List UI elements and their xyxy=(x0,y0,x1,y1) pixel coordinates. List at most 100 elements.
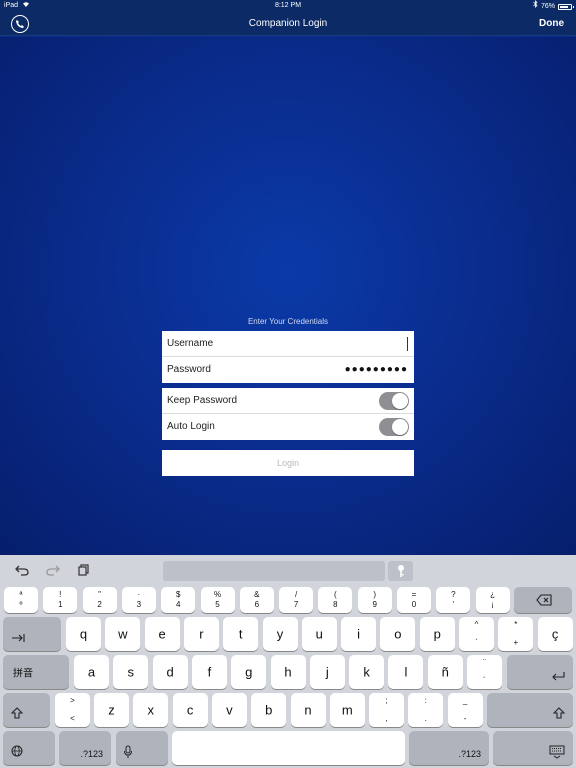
key-number[interactable]: ) 9 xyxy=(357,587,392,613)
dictation-key[interactable] xyxy=(116,731,168,765)
key-letter[interactable]: l xyxy=(388,655,424,689)
key-letter[interactable]: b xyxy=(251,693,287,727)
key-label: j xyxy=(325,664,329,680)
key-number[interactable]: ? ' xyxy=(436,587,471,613)
key-letter[interactable]: ç xyxy=(537,617,573,651)
key-label: w xyxy=(118,626,128,642)
key-shift-label: ) xyxy=(373,590,377,599)
key-letter[interactable]: n xyxy=(290,693,326,727)
key-number[interactable]: · 3 xyxy=(121,587,156,613)
numbers-key-right[interactable]: .?123 xyxy=(409,731,489,765)
key-label: o xyxy=(394,626,402,642)
key-letter[interactable]: f xyxy=(191,655,227,689)
password-field[interactable]: Password ●●●●●●●●● xyxy=(162,357,414,383)
key-letter[interactable]: c xyxy=(172,693,208,727)
space-key[interactable] xyxy=(172,731,405,765)
key-letter[interactable]: e xyxy=(144,617,180,651)
key-label: 2 xyxy=(97,600,102,609)
numbers-key-left[interactable]: .?123 xyxy=(59,731,111,765)
key-number[interactable]: ªº xyxy=(4,587,38,613)
key-shift-label: ¨ xyxy=(483,658,486,667)
key-symbol[interactable]: :. xyxy=(408,693,444,727)
key-letter[interactable]: g xyxy=(231,655,267,689)
key-number[interactable]: = 0 xyxy=(397,587,431,613)
password-label: Password xyxy=(167,364,211,375)
key-label: 9 xyxy=(372,600,377,609)
shift-key[interactable] xyxy=(3,693,50,727)
key-label: .?123 xyxy=(458,749,481,759)
return-key[interactable] xyxy=(507,655,573,689)
key-letter[interactable]: v xyxy=(211,693,247,727)
key-shift-label: $ xyxy=(175,590,181,599)
login-area: Enter Your Credentials Username Password… xyxy=(0,37,576,555)
key-letter[interactable]: i xyxy=(341,617,377,651)
key-label: ¡ xyxy=(491,600,494,609)
key-letter[interactable]: u xyxy=(301,617,337,651)
key-letter[interactable]: q xyxy=(66,617,101,651)
key-number[interactable]: $4 xyxy=(161,587,196,613)
key-label: 7 xyxy=(293,600,299,609)
shift-icon xyxy=(553,707,565,719)
key-letter[interactable]: m xyxy=(329,693,365,727)
credentials-group: Username Password ●●●●●●●●● xyxy=(162,331,414,383)
key-letter[interactable]: z xyxy=(94,693,129,727)
key-number[interactable]: ¿ ¡ xyxy=(475,587,510,613)
login-button[interactable]: Login xyxy=(162,450,414,476)
done-button[interactable]: Done xyxy=(539,12,564,36)
undo-icon[interactable] xyxy=(14,564,30,578)
suggestion-bar xyxy=(163,561,385,581)
key-icon[interactable] xyxy=(388,561,413,581)
key-symbol[interactable]: > < xyxy=(55,693,90,727)
key-label: b xyxy=(265,702,273,718)
key-letter[interactable]: r xyxy=(183,617,219,651)
key-letter[interactable]: x xyxy=(133,693,169,727)
key-letter[interactable]: ñ xyxy=(427,655,463,689)
key-shift-label: : xyxy=(424,696,427,705)
key-symbol[interactable]: ^ ` xyxy=(459,617,494,651)
key-letter[interactable]: a xyxy=(74,655,109,689)
key-letter[interactable]: t xyxy=(223,617,259,651)
tab-key[interactable] xyxy=(3,617,61,651)
key-letter[interactable]: y xyxy=(262,617,298,651)
key-number[interactable]: /7 xyxy=(279,587,314,613)
key-number[interactable]: (8 xyxy=(318,587,353,613)
auto-login-toggle[interactable] xyxy=(379,418,409,436)
key-symbol[interactable]: ;, xyxy=(369,693,404,727)
delete-key[interactable] xyxy=(514,587,572,613)
key-label: º xyxy=(19,600,23,609)
paste-icon[interactable] xyxy=(76,564,92,578)
key-symbol[interactable]: ¨ ´ xyxy=(467,655,502,689)
key-letter[interactable]: d xyxy=(152,655,188,689)
key-letter[interactable]: k xyxy=(349,655,385,689)
key-number[interactable]: " 2 xyxy=(82,587,117,613)
shift-icon xyxy=(11,707,23,719)
key-number[interactable]: % 5 xyxy=(200,587,235,613)
key-label: n xyxy=(304,702,312,718)
shift-key-right[interactable] xyxy=(487,693,573,727)
redo-icon[interactable] xyxy=(45,564,61,578)
keep-password-toggle[interactable] xyxy=(379,392,409,410)
key-letter[interactable]: p xyxy=(419,617,455,651)
key-letter[interactable]: w xyxy=(105,617,141,651)
key-label: z xyxy=(108,702,115,718)
key-letter[interactable]: o xyxy=(380,617,416,651)
key-number[interactable]: & 6 xyxy=(239,587,274,613)
key-number[interactable]: ! 1 xyxy=(43,587,78,613)
key-label: . xyxy=(424,714,427,723)
key-label: m xyxy=(341,702,353,718)
username-field[interactable]: Username xyxy=(162,331,414,357)
key-letter[interactable]: s xyxy=(113,655,149,689)
pinyin-key[interactable]: 拼音 xyxy=(3,655,69,689)
key-shift-label: = xyxy=(411,590,417,599)
key-shift-label: % xyxy=(213,590,222,599)
key-label: a xyxy=(87,664,96,680)
key-symbol[interactable]: _ - xyxy=(447,693,483,727)
key-label: , xyxy=(385,714,388,723)
key-letter[interactable]: h xyxy=(270,655,306,689)
key-letter[interactable]: j xyxy=(309,655,345,689)
key-symbol[interactable]: * + xyxy=(498,617,534,651)
hide-keyboard-key[interactable] xyxy=(493,731,573,765)
keep-password-row: Keep Password xyxy=(162,388,414,414)
on-screen-keyboard: ª º! 1 " 2 · 3 $4% 5 & 6/7(8) 9 = 0? ' ¿ ¡ q w e r t y u i o p ^ ` * +… xyxy=(0,555,576,768)
globe-key[interactable] xyxy=(3,731,55,765)
